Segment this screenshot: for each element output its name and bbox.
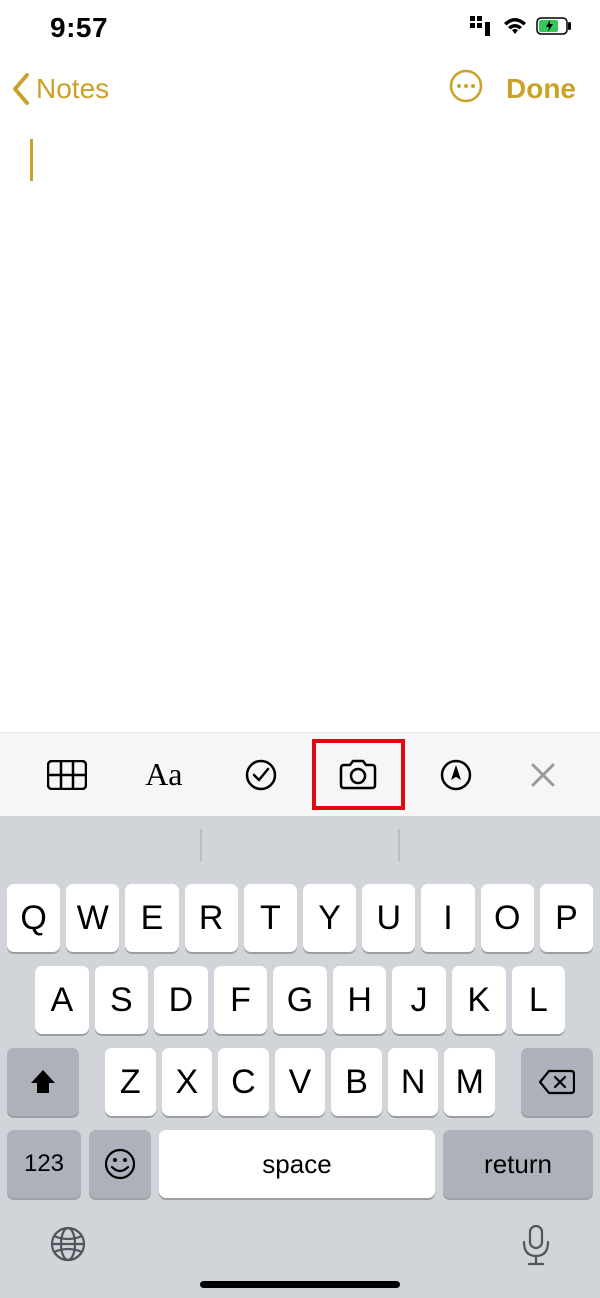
note-editor[interactable] [0,121,600,521]
key-j[interactable]: J [392,966,446,1034]
key-w[interactable]: W [66,884,119,952]
status-icons [470,16,572,41]
checklist-button[interactable] [212,733,309,816]
battery-charging-icon [536,17,572,40]
space-key[interactable]: space [159,1130,435,1198]
more-options-button[interactable] [448,68,484,109]
camera-icon [337,759,379,791]
emoji-icon [103,1147,137,1181]
key-l[interactable]: L [512,966,566,1034]
key-row-3: ZXCVBNM [5,1048,595,1116]
status-time: 9:57 [50,12,108,44]
key-row-1: QWERTYUIOP [5,884,595,952]
grid-status-icon [470,16,494,41]
globe-key[interactable] [48,1224,88,1269]
shift-key[interactable] [7,1048,79,1116]
key-k[interactable]: K [452,966,506,1034]
suggestion-divider [200,829,202,861]
wifi-icon [502,16,528,41]
text-format-icon: Aa [145,756,182,793]
done-button[interactable]: Done [506,73,576,105]
key-r[interactable]: R [185,884,238,952]
markup-button[interactable] [407,733,504,816]
key-s[interactable]: S [95,966,149,1034]
key-o[interactable]: O [481,884,534,952]
chevron-left-icon [10,72,32,106]
key-row-4: 123 space return [5,1130,595,1198]
key-n[interactable]: N [388,1048,439,1116]
key-h[interactable]: H [333,966,387,1034]
key-a[interactable]: A [35,966,89,1034]
key-t[interactable]: T [244,884,297,952]
suggestion-divider [398,829,400,861]
key-q[interactable]: Q [7,884,60,952]
close-icon [530,762,556,788]
camera-button[interactable] [310,733,407,816]
back-button[interactable]: Notes [10,72,109,106]
text-format-button[interactable]: Aa [115,733,212,816]
pen-circle-icon [439,758,473,792]
return-key[interactable]: return [443,1130,593,1198]
check-circle-icon [244,758,278,792]
key-g[interactable]: G [273,966,327,1034]
backspace-key[interactable] [521,1048,593,1116]
key-p[interactable]: P [540,884,593,952]
key-f[interactable]: F [214,966,268,1034]
microphone-icon [520,1224,552,1268]
key-d[interactable]: D [154,966,208,1034]
key-x[interactable]: X [162,1048,213,1116]
key-z[interactable]: Z [105,1048,156,1116]
status-bar: 9:57 [0,0,600,48]
shift-icon [28,1067,58,1097]
key-i[interactable]: I [421,884,474,952]
close-toolbar-button[interactable] [504,733,582,816]
key-b[interactable]: B [331,1048,382,1116]
numbers-key[interactable]: 123 [7,1130,81,1198]
key-m[interactable]: M [444,1048,495,1116]
key-row-2: ASDFGHJKL [5,966,595,1034]
emoji-key[interactable] [89,1130,151,1198]
nav-bar: Notes Done [0,48,600,121]
globe-icon [48,1224,88,1264]
home-indicator[interactable] [200,1281,400,1288]
formatting-toolbar: Aa [0,732,600,816]
key-c[interactable]: C [218,1048,269,1116]
suggestion-bar [0,816,600,874]
key-y[interactable]: Y [303,884,356,952]
key-e[interactable]: E [125,884,178,952]
key-u[interactable]: U [362,884,415,952]
table-button[interactable] [18,733,115,816]
table-icon [47,760,87,790]
keyboard: QWERTYUIOP ASDFGHJKL ZXCVBNM 123 space r… [0,874,600,1216]
text-cursor [30,139,33,181]
backspace-icon [539,1069,575,1095]
back-label: Notes [36,73,109,105]
dictation-key[interactable] [520,1224,552,1273]
key-v[interactable]: V [275,1048,326,1116]
